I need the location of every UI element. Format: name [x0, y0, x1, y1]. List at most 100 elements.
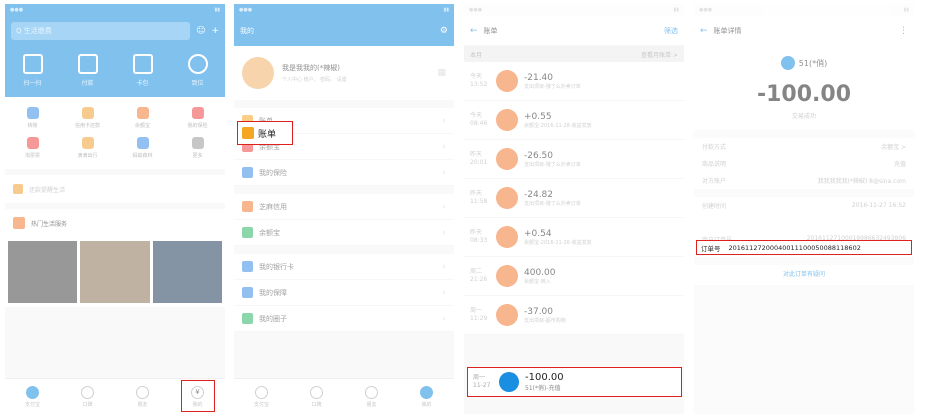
home-header: ●●● ▮▮ Q 生活缴费 ☺ + 扫一扫 付款 卡包 到位: [5, 4, 225, 97]
menu-item[interactable]: 我的保险 ›: [234, 160, 454, 186]
bill-desc: 51(*俏)-充值: [525, 385, 561, 392]
detail-key: 对方账户: [702, 178, 727, 185]
bell-icon: [13, 184, 23, 194]
nearby-icon: [187, 54, 208, 74]
card-images: [5, 237, 225, 307]
list-item[interactable]: 周二 21:26 400.00 余额宝-转入: [464, 257, 684, 296]
search-input[interactable]: Q 生活缴费: [11, 22, 191, 40]
notice-row[interactable]: 还款提醒生活: [5, 175, 225, 203]
grid-label: 淘票票: [24, 153, 40, 159]
service-grid: 转账 信用卡还款 余额宝 我的保险 淘票票 滴滴出行 蚂蚁森林 更多: [5, 97, 225, 169]
tab-label: 口碑: [82, 401, 93, 408]
bill-menu-highlight[interactable]: 账单: [237, 121, 293, 145]
menu-item[interactable]: 我的保障 ›: [234, 280, 454, 306]
list-item[interactable]: 今天 08:46 +0.55 余额宝-2016-11-28-收益发放: [464, 101, 684, 140]
menu-item[interactable]: 我的银行卡 ›: [234, 254, 454, 280]
card-header[interactable]: 热门生活服务: [5, 209, 225, 237]
grid-item[interactable]: 我的保险: [170, 103, 225, 133]
bill-day: 周一: [473, 374, 486, 382]
screen-bill-detail: ●●● ▮▮ ← 账单详情 ⋮ 51(*俏) -100.00 交易成功 付款方式 余额宝…: [694, 4, 914, 414]
bill-icon: [242, 127, 254, 139]
menu-item[interactable]: 余额宝 ›: [234, 220, 454, 246]
tab-label: 我的: [421, 401, 432, 408]
bill-desc: 支出项目-饿了么外卖订单: [524, 83, 581, 90]
tab-koubei[interactable]: 口碑: [300, 385, 334, 408]
cards-button[interactable]: 卡包: [132, 54, 153, 87]
grid-item[interactable]: 转账: [5, 103, 60, 133]
card-image[interactable]: [8, 241, 78, 303]
grid-item[interactable]: 淘票票: [5, 133, 60, 163]
bill-label: 账单: [258, 129, 277, 140]
order-label: 订单号: [701, 244, 721, 253]
detail-value: 我我我我我(*辣椒) 8@sina.com: [817, 178, 906, 185]
bill-day: 昨天 20:01: [470, 151, 488, 166]
chevron-right-icon: ›: [442, 313, 446, 324]
back-icon[interactable]: ←: [470, 26, 478, 36]
card-icon: [242, 261, 253, 272]
nearby-button[interactable]: 到位: [187, 54, 208, 87]
more-icon[interactable]: ⋮: [899, 26, 908, 36]
cards-icon: [132, 54, 153, 74]
month-bill-link[interactable]: 查看月账单 >: [641, 50, 678, 59]
scan-button[interactable]: 扫一扫: [22, 54, 43, 87]
menu-label: 我的保险: [259, 168, 287, 177]
user-sub: 个人中心 账户、 密码、 设置: [282, 77, 347, 83]
category-icon: [496, 109, 518, 131]
list-item[interactable]: 周一 11:29 -37.00 支出项目-超市购物: [464, 296, 684, 335]
category-icon: [496, 70, 518, 92]
back-icon[interactable]: ←: [700, 26, 708, 36]
tab-mine[interactable]: 我的: [410, 385, 444, 408]
list-item[interactable]: 今天 13:52 -21.40 支出项目-饿了么外卖订单: [464, 62, 684, 101]
grid-item[interactable]: 蚂蚁森林: [115, 133, 170, 163]
merchant-row[interactable]: 51(*俏): [694, 46, 914, 70]
menu-item[interactable]: 芝麻信用 ›: [234, 194, 454, 220]
grid-label: 转账: [27, 123, 38, 129]
add-icon[interactable]: +: [211, 26, 219, 36]
menu-item[interactable]: 我的圈子 ›: [234, 306, 454, 332]
search-placeholder: Q 生活缴费: [16, 27, 52, 35]
forest-icon: [136, 137, 149, 149]
circle-icon: [242, 313, 253, 324]
list-item[interactable]: 昨天 11:58 -24.82 支出项目-饿了么外卖订单: [464, 179, 684, 218]
grid-item[interactable]: 滴滴出行: [60, 133, 115, 163]
mine-icon: [420, 385, 433, 399]
bill-amount: -21.40: [524, 72, 554, 83]
list-item[interactable]: 昨天 20:01 -26.50 支出项目-饿了么外卖订单: [464, 140, 684, 179]
friends-icon: [365, 385, 378, 399]
category-icon: [496, 304, 518, 326]
tab-label: 朋友: [366, 401, 377, 408]
grid-item[interactable]: 信用卡还款: [60, 103, 115, 133]
order-question-link[interactable]: 对此订单有疑问: [694, 265, 914, 285]
qr-icon[interactable]: ▦: [437, 68, 446, 78]
menu-label: 我的银行卡: [259, 262, 294, 271]
status-bar: ●●● ▮▮: [239, 7, 449, 13]
tab-friends[interactable]: 朋友: [126, 385, 160, 408]
category-icon: [496, 187, 518, 209]
highlighted-bill-row[interactable]: 周一 11-27 -100.00 51(*俏)-充值: [467, 367, 682, 397]
grid-item[interactable]: 更多: [170, 133, 225, 163]
contacts-icon[interactable]: ☺: [196, 26, 205, 36]
tab-label: 口碑: [311, 401, 322, 408]
pay-button[interactable]: 付款: [77, 54, 98, 87]
card-image[interactable]: [152, 241, 222, 303]
card-image[interactable]: [80, 241, 150, 303]
grid-item[interactable]: 余额宝: [115, 103, 170, 133]
screen-bills: ●●● ▮▮ ← 账单 筛选 本月 查看月账单 > 今天 13:52 -21.40 支出项目…: [464, 4, 684, 414]
screen-alipay-home: ●●● ▮▮ Q 生活缴费 ☺ + 扫一扫 付款 卡包 到位 转账 信用卡还款 余额…: [5, 4, 225, 414]
tab-friends[interactable]: 朋友: [355, 385, 389, 408]
filter-button[interactable]: 筛选: [664, 26, 678, 36]
tab-label: 支付宝: [24, 401, 40, 408]
koubei-icon: [310, 385, 323, 399]
bill-desc: 支出项目-超市购物: [524, 317, 566, 324]
tab-koubei[interactable]: 口碑: [71, 385, 105, 408]
profile-row[interactable]: 我是我我的(*辣椒) 个人中心 账户、 密码、 设置 ▦: [234, 46, 454, 100]
detail-row: 对方账户 我我我我我(*辣椒) 8@sina.com: [694, 172, 914, 189]
trade-status: 交易成功: [791, 113, 816, 120]
user-icon: [499, 372, 519, 392]
tab-alipay[interactable]: 支付宝: [16, 385, 50, 408]
list-item[interactable]: 昨天 08:33 +0.54 余额宝-2016-11-28-收益发放: [464, 218, 684, 257]
settings-icon[interactable]: ⚙: [440, 26, 448, 36]
tab-alipay[interactable]: 支付宝: [245, 385, 279, 408]
card-title: 热门生活服务: [31, 220, 68, 228]
detail-key: 商品说明: [702, 161, 727, 168]
